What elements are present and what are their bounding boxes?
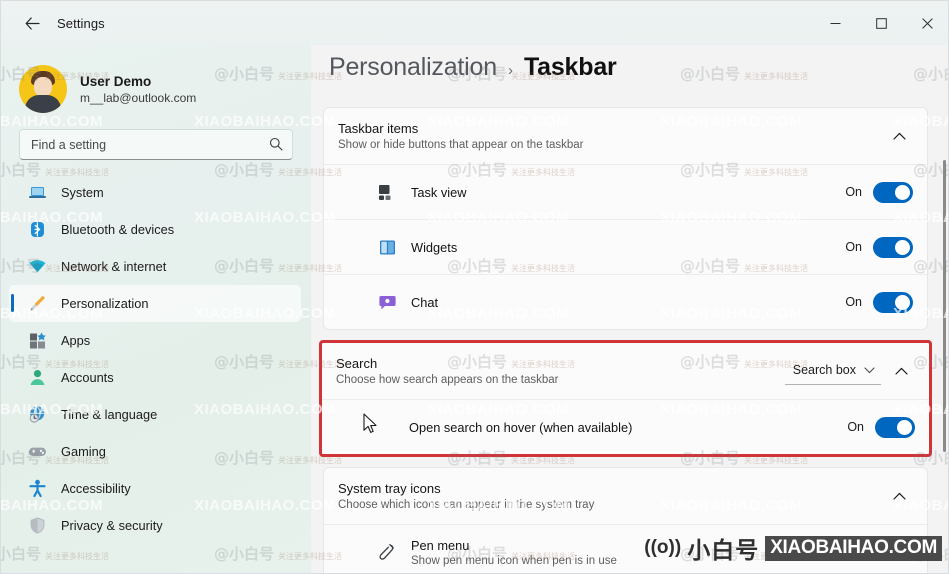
toggle-state-label: On [845, 295, 862, 309]
title-bar: Settings [1, 1, 948, 45]
profile-email: m__lab@outlook.com [80, 90, 197, 105]
taskbar-items-header[interactable]: Taskbar items Show or hide buttons that … [324, 108, 927, 164]
task-view-toggle[interactable] [873, 181, 913, 203]
section-title: Taskbar items [338, 120, 419, 136]
wifi-icon [27, 257, 47, 277]
apps-grid-icon [27, 331, 47, 351]
toggle-state-label: On [845, 185, 862, 199]
sidebar-item-label: Accounts [61, 370, 114, 385]
open-search-on-hover-toggle[interactable] [875, 416, 915, 438]
sidebar-item-apps[interactable]: Apps [9, 322, 301, 359]
row-label: Widgets [411, 239, 458, 255]
taskbar-row-task-view[interactable]: Task view On [324, 164, 927, 219]
breadcrumb-separator: › [507, 62, 513, 79]
minimize-button[interactable] [812, 1, 858, 45]
laptop-icon [27, 183, 47, 203]
sidebar-item-label: Apps [61, 333, 91, 348]
toggle-state-label: On [847, 420, 864, 434]
dropdown-value: Search box [792, 362, 856, 377]
sidebar-item-label: Bluetooth & devices [61, 222, 175, 237]
sidebar-item-label: System [61, 185, 104, 200]
pen-icon [376, 541, 398, 563]
spacer-icon [374, 416, 396, 438]
row-label: Open search on hover (when available) [409, 419, 633, 435]
user-avatar-icon [19, 65, 67, 113]
profile-section[interactable]: User Demo m__lab@outlook.com [1, 45, 311, 119]
back-button[interactable] [15, 8, 49, 38]
chevron-up-icon[interactable] [887, 357, 915, 385]
person-icon [27, 368, 47, 388]
sidebar-item-label: Gaming [61, 444, 106, 459]
sidebar-item-privacy-security[interactable]: Privacy & security [9, 507, 301, 544]
row-label: Task view [411, 184, 467, 200]
gamepad-icon [27, 442, 47, 462]
section-title: System tray icons [338, 480, 441, 496]
breadcrumb-parent[interactable]: Personalization [329, 53, 497, 82]
chat-toggle[interactable] [873, 291, 913, 313]
main-scrollbar[interactable] [943, 160, 946, 452]
section-title: Search [336, 355, 378, 371]
search-section-header[interactable]: Search Choose how search appears on the … [322, 343, 929, 399]
sidebar-item-label: Privacy & security [61, 518, 163, 533]
bluetooth-icon [27, 220, 47, 240]
page-title: Taskbar [523, 53, 617, 81]
search-card: Search Choose how search appears on the … [322, 343, 929, 454]
paintbrush-icon [27, 294, 47, 314]
widgets-toggle[interactable] [873, 236, 913, 258]
accessibility-person-icon [27, 479, 47, 499]
globe-clock-icon [27, 405, 47, 425]
signal-wave-icon: ((o)) [644, 537, 682, 558]
sidebar-item-gaming[interactable]: Gaming [9, 433, 301, 470]
sidebar-search [1, 119, 311, 160]
chevron-down-icon [864, 361, 875, 379]
brand-watermark: ((o)) 小白号 XIAOBAIHAO.COM [644, 531, 942, 565]
maximize-button[interactable] [858, 1, 904, 45]
shield-icon [27, 516, 47, 536]
row-label: Chat [411, 294, 439, 310]
sidebar-item-accessibility[interactable]: Accessibility [9, 470, 301, 507]
section-subtitle: Choose how search appears on the taskbar [336, 373, 559, 386]
search-row-open-on-hover[interactable]: Open search on hover (when available) On [322, 399, 929, 454]
chat-icon [376, 291, 398, 313]
sidebar-item-label: Accessibility [61, 481, 131, 496]
profile-name: User Demo [80, 73, 152, 89]
sidebar-item-system[interactable]: System [9, 174, 301, 211]
sidebar-item-bluetooth-devices[interactable]: Bluetooth & devices [9, 211, 301, 248]
search-section-highlight: Search Choose how search appears on the … [319, 340, 932, 457]
section-subtitle: Choose which icons can appear in the sys… [338, 498, 595, 511]
sidebar-item-label: Personalization [61, 296, 149, 311]
taskbar-row-widgets[interactable]: Widgets On [324, 219, 927, 274]
sidebar-item-personalization[interactable]: Personalization [9, 285, 301, 322]
sidebar-item-time-language[interactable]: Time & language [9, 396, 301, 433]
search-mode-dropdown[interactable]: Search box [784, 357, 881, 385]
brand-domain-text: XIAOBAIHAO.COM [765, 535, 942, 561]
settings-window: Settings User Demo m__lab@outlook.com Fi… [0, 0, 949, 574]
system-tray-header[interactable]: System tray icons Choose which icons can… [324, 468, 927, 524]
back-arrow-icon [25, 16, 40, 30]
search-input[interactable] [20, 130, 292, 159]
breadcrumb: Personalization › Taskbar [311, 45, 948, 107]
main-content: Personalization › Taskbar Taskbar items … [311, 45, 948, 573]
taskbar-items-card: Taskbar items Show or hide buttons that … [323, 107, 928, 330]
window-controls [812, 1, 948, 45]
close-button[interactable] [904, 1, 948, 45]
chevron-up-icon[interactable] [885, 482, 913, 510]
brand-chinese-text: 小白号 [687, 538, 760, 564]
sidebar-nav: System Bluetooth & devices Network & int… [1, 174, 311, 544]
toggle-state-label: On [845, 240, 862, 254]
search-icon [269, 137, 283, 156]
widgets-icon [376, 236, 398, 258]
chevron-up-icon[interactable] [885, 122, 913, 150]
section-subtitle: Show or hide buttons that appear on the … [338, 138, 584, 151]
task-view-icon [376, 181, 398, 203]
sidebar-item-accounts[interactable]: Accounts [9, 359, 301, 396]
sidebar-item-label: Time & language [61, 407, 158, 422]
sidebar-item-network-internet[interactable]: Network & internet [9, 248, 301, 285]
taskbar-row-chat[interactable]: Chat On [324, 274, 927, 329]
sidebar: User Demo m__lab@outlook.com Find a sett… [1, 45, 311, 573]
app-title: Settings [57, 15, 105, 31]
sidebar-item-label: Network & internet [61, 259, 167, 274]
